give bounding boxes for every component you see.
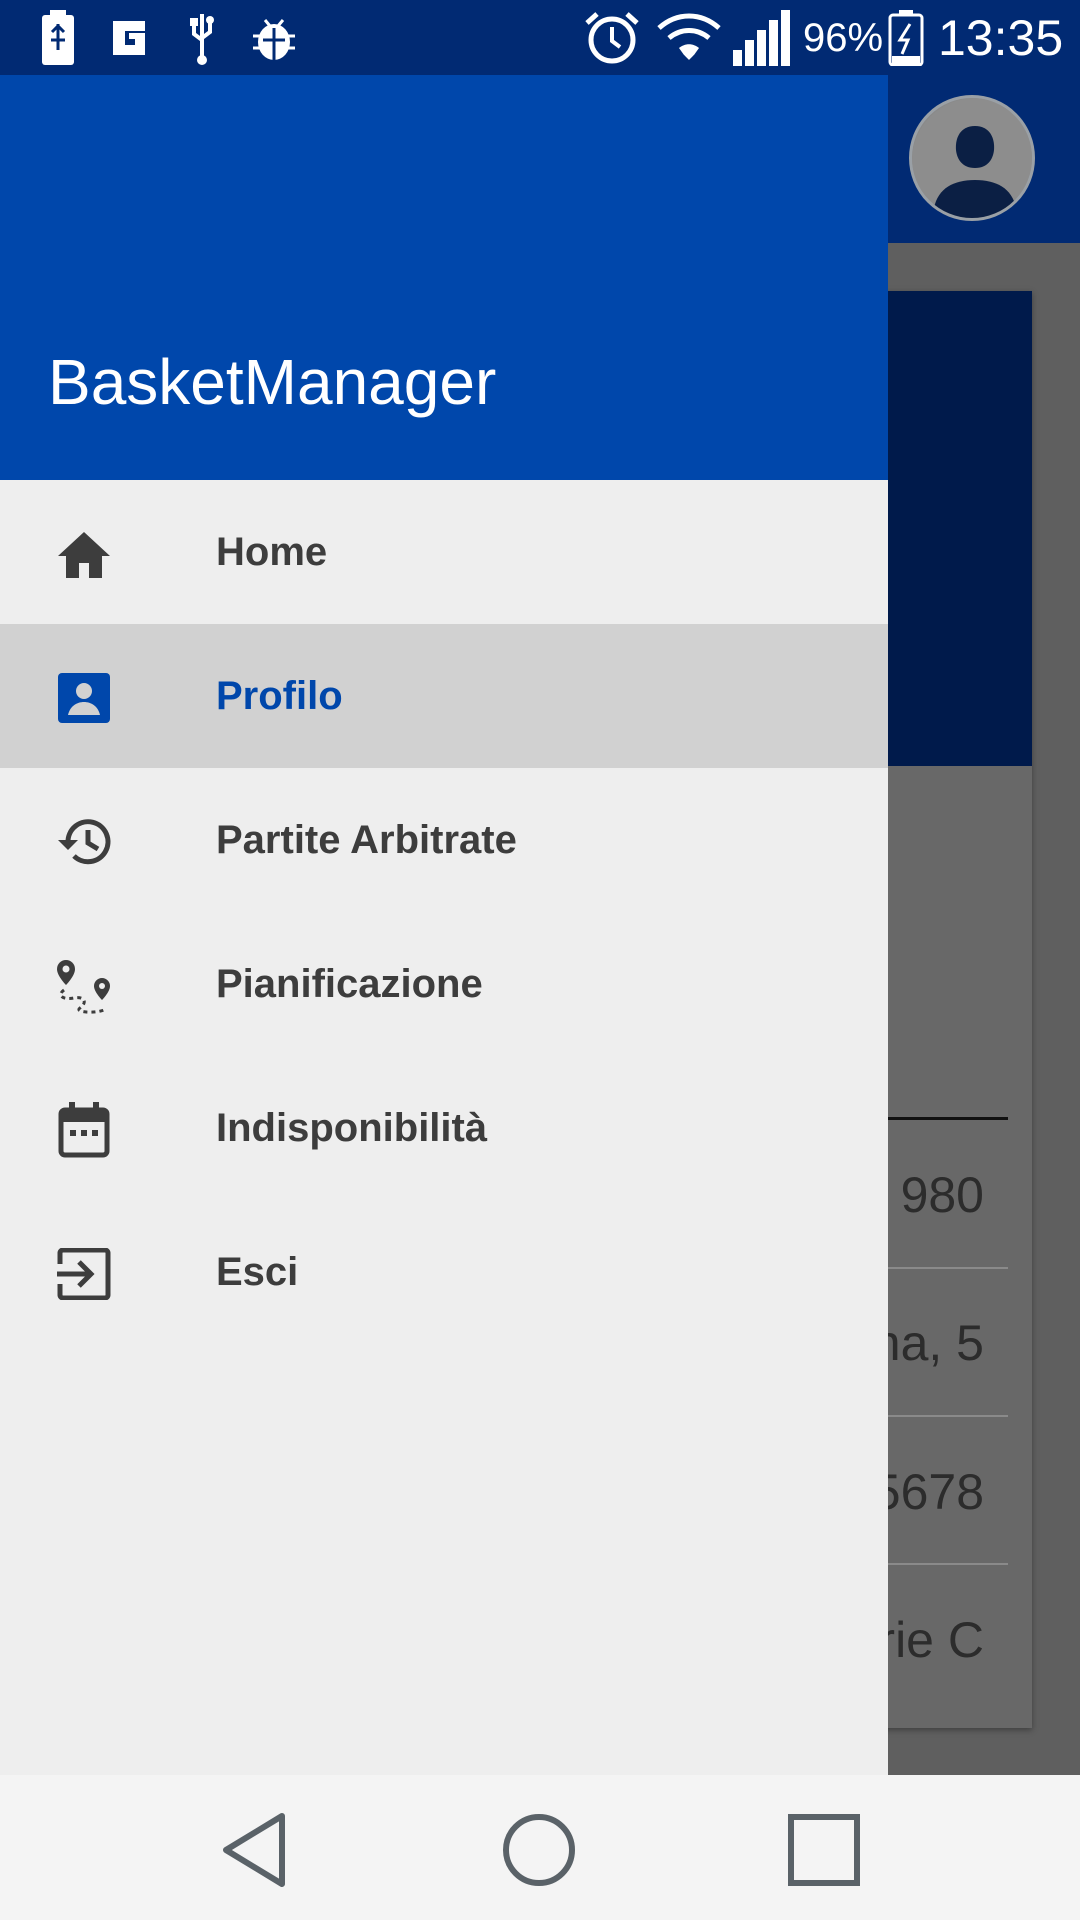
battery-percent: 96% <box>803 16 884 60</box>
menu-item-pianificazione[interactable]: Pianificazione <box>0 912 888 1056</box>
recents-icon <box>788 1814 860 1886</box>
wifi-icon <box>656 10 722 66</box>
menu-item-esci[interactable]: Esci <box>0 1200 888 1344</box>
signal-icon <box>730 10 794 66</box>
route-icon <box>54 958 114 1014</box>
status-bar: 96% 13:35 <box>0 0 1080 75</box>
home-button[interactable] <box>499 1810 579 1890</box>
menu-item-label: Profilo <box>216 673 343 718</box>
background-row-text: rie C <box>878 1612 984 1668</box>
menu-item-partite-arbitrate[interactable]: Partite Arbitrate <box>0 768 888 912</box>
battery-usb-icon <box>38 10 78 66</box>
menu-item-label: Partite Arbitrate <box>216 817 517 862</box>
exit-icon <box>54 1246 114 1302</box>
history-icon <box>54 814 114 870</box>
background-row-text: 5678 <box>872 1464 984 1520</box>
back-icon <box>223 1813 285 1887</box>
bug-icon <box>248 10 300 66</box>
g-app-icon <box>106 10 152 66</box>
drawer-header: BasketManager <box>0 75 888 480</box>
menu-item-label: Esci <box>216 1249 299 1294</box>
calendar-icon <box>54 1102 114 1158</box>
system-nav-bar <box>0 1775 1080 1920</box>
home-circle-icon <box>503 1814 575 1886</box>
drawer-menu: Home Profilo Partite Arbitrate Pianifica… <box>0 480 888 1344</box>
recents-button[interactable] <box>784 1810 864 1890</box>
menu-item-label: Pianificazione <box>216 961 483 1006</box>
battery-charging-icon <box>886 10 926 66</box>
home-icon <box>54 526 114 582</box>
screen: 980 na, 5 5678 rie C 96% 13:35 BasketMan… <box>0 0 1080 1920</box>
alarm-icon <box>582 10 642 66</box>
avatar[interactable] <box>909 95 1035 221</box>
menu-item-indisponibilita[interactable]: Indisponibilità <box>0 1056 888 1200</box>
menu-item-label: Home <box>216 529 328 574</box>
account-box-icon <box>54 670 114 726</box>
menu-item-profilo[interactable]: Profilo <box>0 624 888 768</box>
clock: 13:35 <box>938 10 1064 66</box>
back-button[interactable] <box>214 1810 294 1890</box>
menu-item-home[interactable]: Home <box>0 480 888 624</box>
menu-item-label: Indisponibilità <box>216 1105 488 1150</box>
background-row-text: 980 <box>900 1167 984 1223</box>
drawer-title: BasketManager <box>48 346 497 418</box>
background-row-text: na, 5 <box>872 1315 984 1371</box>
usb-icon <box>182 10 222 66</box>
navigation-drawer: BasketManager Home Profilo Partite Arbit… <box>0 75 888 1775</box>
person-icon <box>912 98 1032 218</box>
